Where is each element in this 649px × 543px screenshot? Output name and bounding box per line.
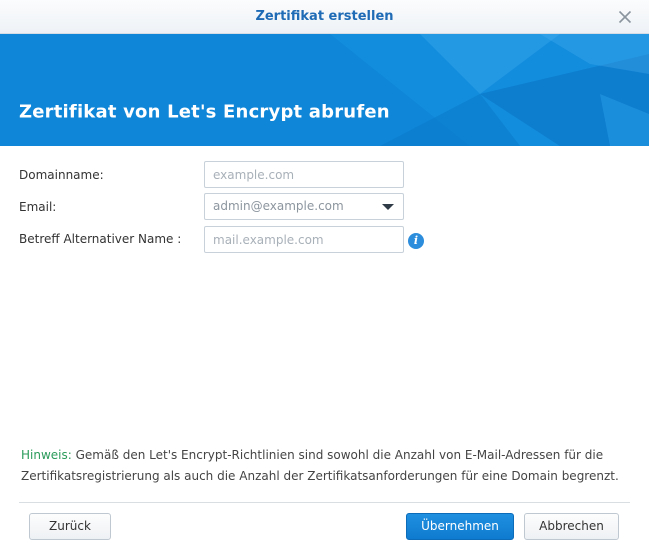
footer-divider <box>19 502 630 503</box>
san-label: Betreff Alternativer Name : <box>19 232 182 246</box>
dialog-titlebar: Zertifikat erstellen <box>0 0 649 34</box>
dialog-title: Zertifikat erstellen <box>255 9 394 24</box>
notice-text: Hinweis: Gemäß den Let's Encrypt-Richtli… <box>21 445 631 487</box>
close-icon[interactable] <box>617 9 633 25</box>
info-icon[interactable]: i <box>408 233 424 249</box>
domain-label: Domainname: <box>19 168 104 182</box>
email-label: Email: <box>19 200 57 214</box>
notice-body: Gemäß den Let's Encrypt-Richtlinien sind… <box>21 448 619 483</box>
back-button[interactable]: Zurück <box>29 513 111 540</box>
chevron-down-icon[interactable] <box>382 204 394 210</box>
email-select[interactable]: admin@example.com <box>204 193 404 220</box>
page-heading: Zertifikat von Let's Encrypt abrufen <box>19 101 390 123</box>
notice-hint-label: Hinweis: <box>21 448 72 462</box>
san-input[interactable] <box>204 226 404 253</box>
email-value: admin@example.com <box>213 199 344 213</box>
cancel-button[interactable]: Abbrechen <box>524 513 619 540</box>
apply-button[interactable]: Übernehmen <box>406 513 514 540</box>
banner-background <box>0 34 649 146</box>
domain-input[interactable] <box>204 161 404 188</box>
header-banner: Zertifikat von Let's Encrypt abrufen <box>0 34 649 146</box>
